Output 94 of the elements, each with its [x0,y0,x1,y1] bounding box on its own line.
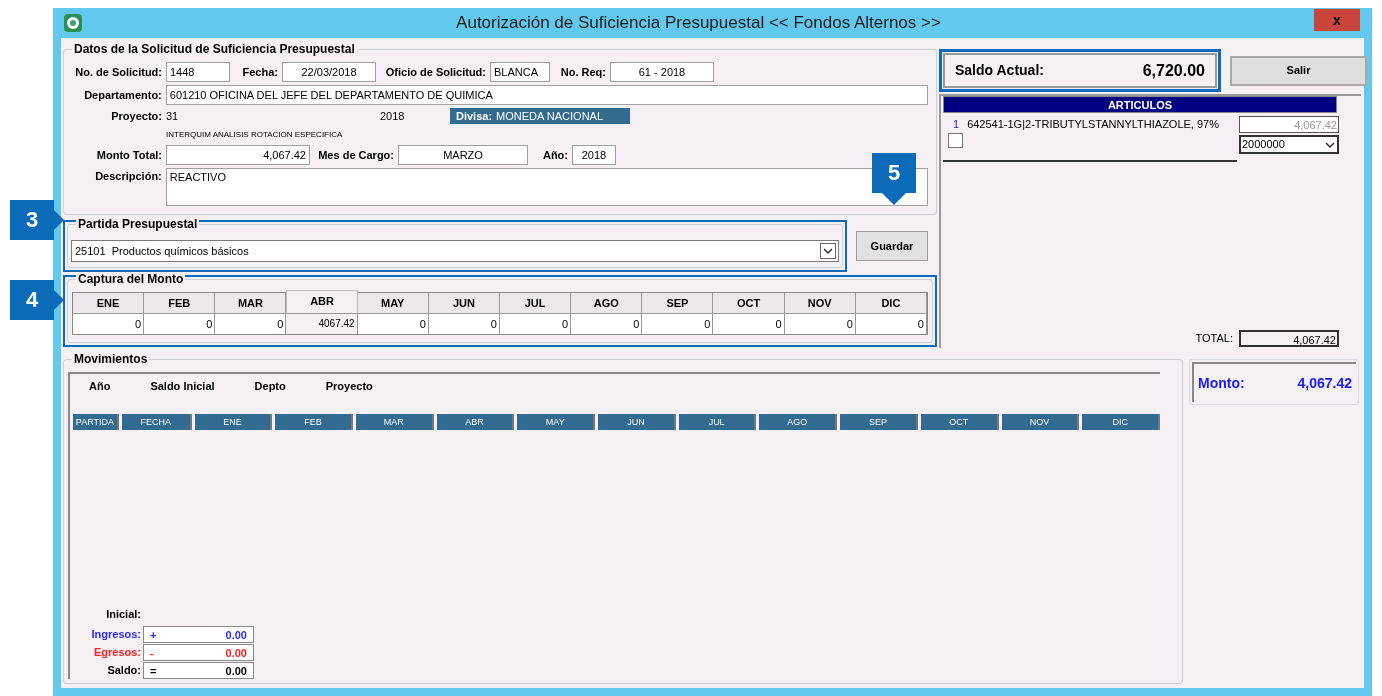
info-label: Saldo Inicial [150,379,215,394]
project-name: INTERQUIM ANALISIS ROTACION ESPECIFICA [166,128,344,141]
field-label: Oficio de Solicitud: [384,64,486,80]
group-title: Datos de la Solicitud de Suficiencia Presupuestal [72,42,357,56]
field-label: Monto Total: [95,147,162,163]
info-label: Año [89,379,111,394]
column-header: AGO [759,414,838,430]
column-header: OCT [920,414,999,430]
summary-label: Saldo: [106,663,141,679]
month-header: JUL [500,293,572,313]
input-field[interactable]: 61 - 2018 [610,62,714,82]
month-amount-field[interactable]: 0 [642,313,714,334]
input-field[interactable]: 1448 [166,62,230,82]
field-label: Año: [541,147,568,163]
amount-label: Monto: [1198,373,1245,393]
project-year: 2018 [380,109,406,124]
field-label: Departamento: [83,87,162,103]
item-description: 642541-1G|2-TRIBUTYLSTANNYLTHIAZOLE, 97% [967,117,1219,132]
amount-value: 4,067.42 [1297,373,1352,393]
month-header: ENE [73,293,145,313]
month-amount-field[interactable]: 0 [500,313,572,334]
articles-header: ARTICULOS [943,96,1337,113]
budget-line-dropdown[interactable]: 25101 Productos químicos básicos [71,240,839,262]
exit-button[interactable]: Salir [1230,55,1367,86]
item-amount-field: 4,067.42 [1239,116,1339,133]
summary-field: - 0.00 [143,644,254,661]
column-header: MAR [355,414,434,430]
field-label: Proyecto: [110,109,162,124]
month-amount-field[interactable]: 0 [428,313,500,334]
month-amount-field[interactable]: 0 [357,313,429,334]
group-title: Captura del Monto [76,272,186,286]
month-header: JUN [428,293,500,313]
input-field[interactable]: 2018 [572,145,616,165]
field-label: Mes de Cargo: [317,147,394,163]
summary-field: + 0.00 [143,626,254,643]
field-label: No. Req: [559,64,606,80]
month-header: FEB [144,293,216,313]
column-header: MAY [517,414,596,430]
month-header: DIC [855,293,927,313]
info-label: Depto [254,379,286,394]
save-button[interactable]: Guardar [856,231,928,261]
month-amount-field[interactable]: 0 [73,313,145,334]
column-header: JUL [678,414,757,430]
month-header: NOV [784,293,856,313]
balance-label: Saldo Actual: [955,61,1044,80]
input-field[interactable]: 601210 OFICINA DEL JEFE DEL DEPARTAMENTO DE QUIMICA [165,85,928,105]
item-checkbox[interactable] [948,133,963,148]
month-amount-field[interactable]: 0 [144,313,216,334]
group-title: Movimientos [72,352,150,366]
column-header: DIC [1082,414,1160,430]
total-field: 4,067.42 [1239,330,1339,347]
month-header: OCT [713,293,785,313]
app-logo-icon [63,13,83,33]
project-number: 31 [166,109,180,124]
initial-label: Inicial: [105,606,141,622]
field-label: No. de Solicitud: [74,64,162,80]
chevron-down-icon [820,243,836,259]
input-field[interactable]: MARZO [398,145,528,165]
total-label: TOTAL: [1195,331,1233,347]
month-amount-field[interactable]: 4067.42 [286,313,358,334]
month-amount-field[interactable]: 0 [713,313,785,334]
column-header: SEP [840,414,918,430]
field-label: Descripción: [94,169,162,184]
input-field[interactable]: 4,067.42 [166,145,310,165]
close-button[interactable]: x [1314,9,1360,31]
column-header: ABR [436,414,515,430]
column-header: NOV [1001,414,1080,430]
window-title: Autorización de Suficiencia Presupuestal << Fondos Alternos >> [455,12,942,35]
summary-field: = 0.00 [143,662,254,679]
summary-label: Egresos: [92,645,141,661]
input-field[interactable]: BLANCA [490,62,550,82]
column-header: FEB [275,414,353,430]
month-amount-field[interactable]: 0 [571,313,643,334]
column-header: FECHA [121,414,192,430]
month-amount-field[interactable]: 0 [855,313,927,334]
summary-label: Ingresos: [90,627,141,643]
group-title: Partida Presupuestal [76,217,200,231]
month-header: MAY [357,293,429,313]
month-header: ABR [286,290,358,313]
month-header: AGO [571,293,643,313]
field-label: Fecha: [241,64,278,80]
column-header: JUN [598,414,676,430]
month-amount-field[interactable]: 0 [784,313,856,334]
item-number: 1 [953,117,960,132]
month-header: MAR [215,293,287,313]
column-header: ENE [194,414,273,430]
month-header: SEP [642,293,714,313]
info-label: Proyecto [325,379,373,394]
currency-bar: Divisa: MONEDA NACIONAL [450,108,630,124]
column-header: PARTIDA [73,414,119,430]
month-amount-field[interactable]: 0 [215,313,287,334]
input-field[interactable]: 22/03/2018 [282,62,376,82]
account-dropdown[interactable]: 2000000 [1239,135,1339,154]
balance-value: 6,720.00 [1142,60,1205,81]
